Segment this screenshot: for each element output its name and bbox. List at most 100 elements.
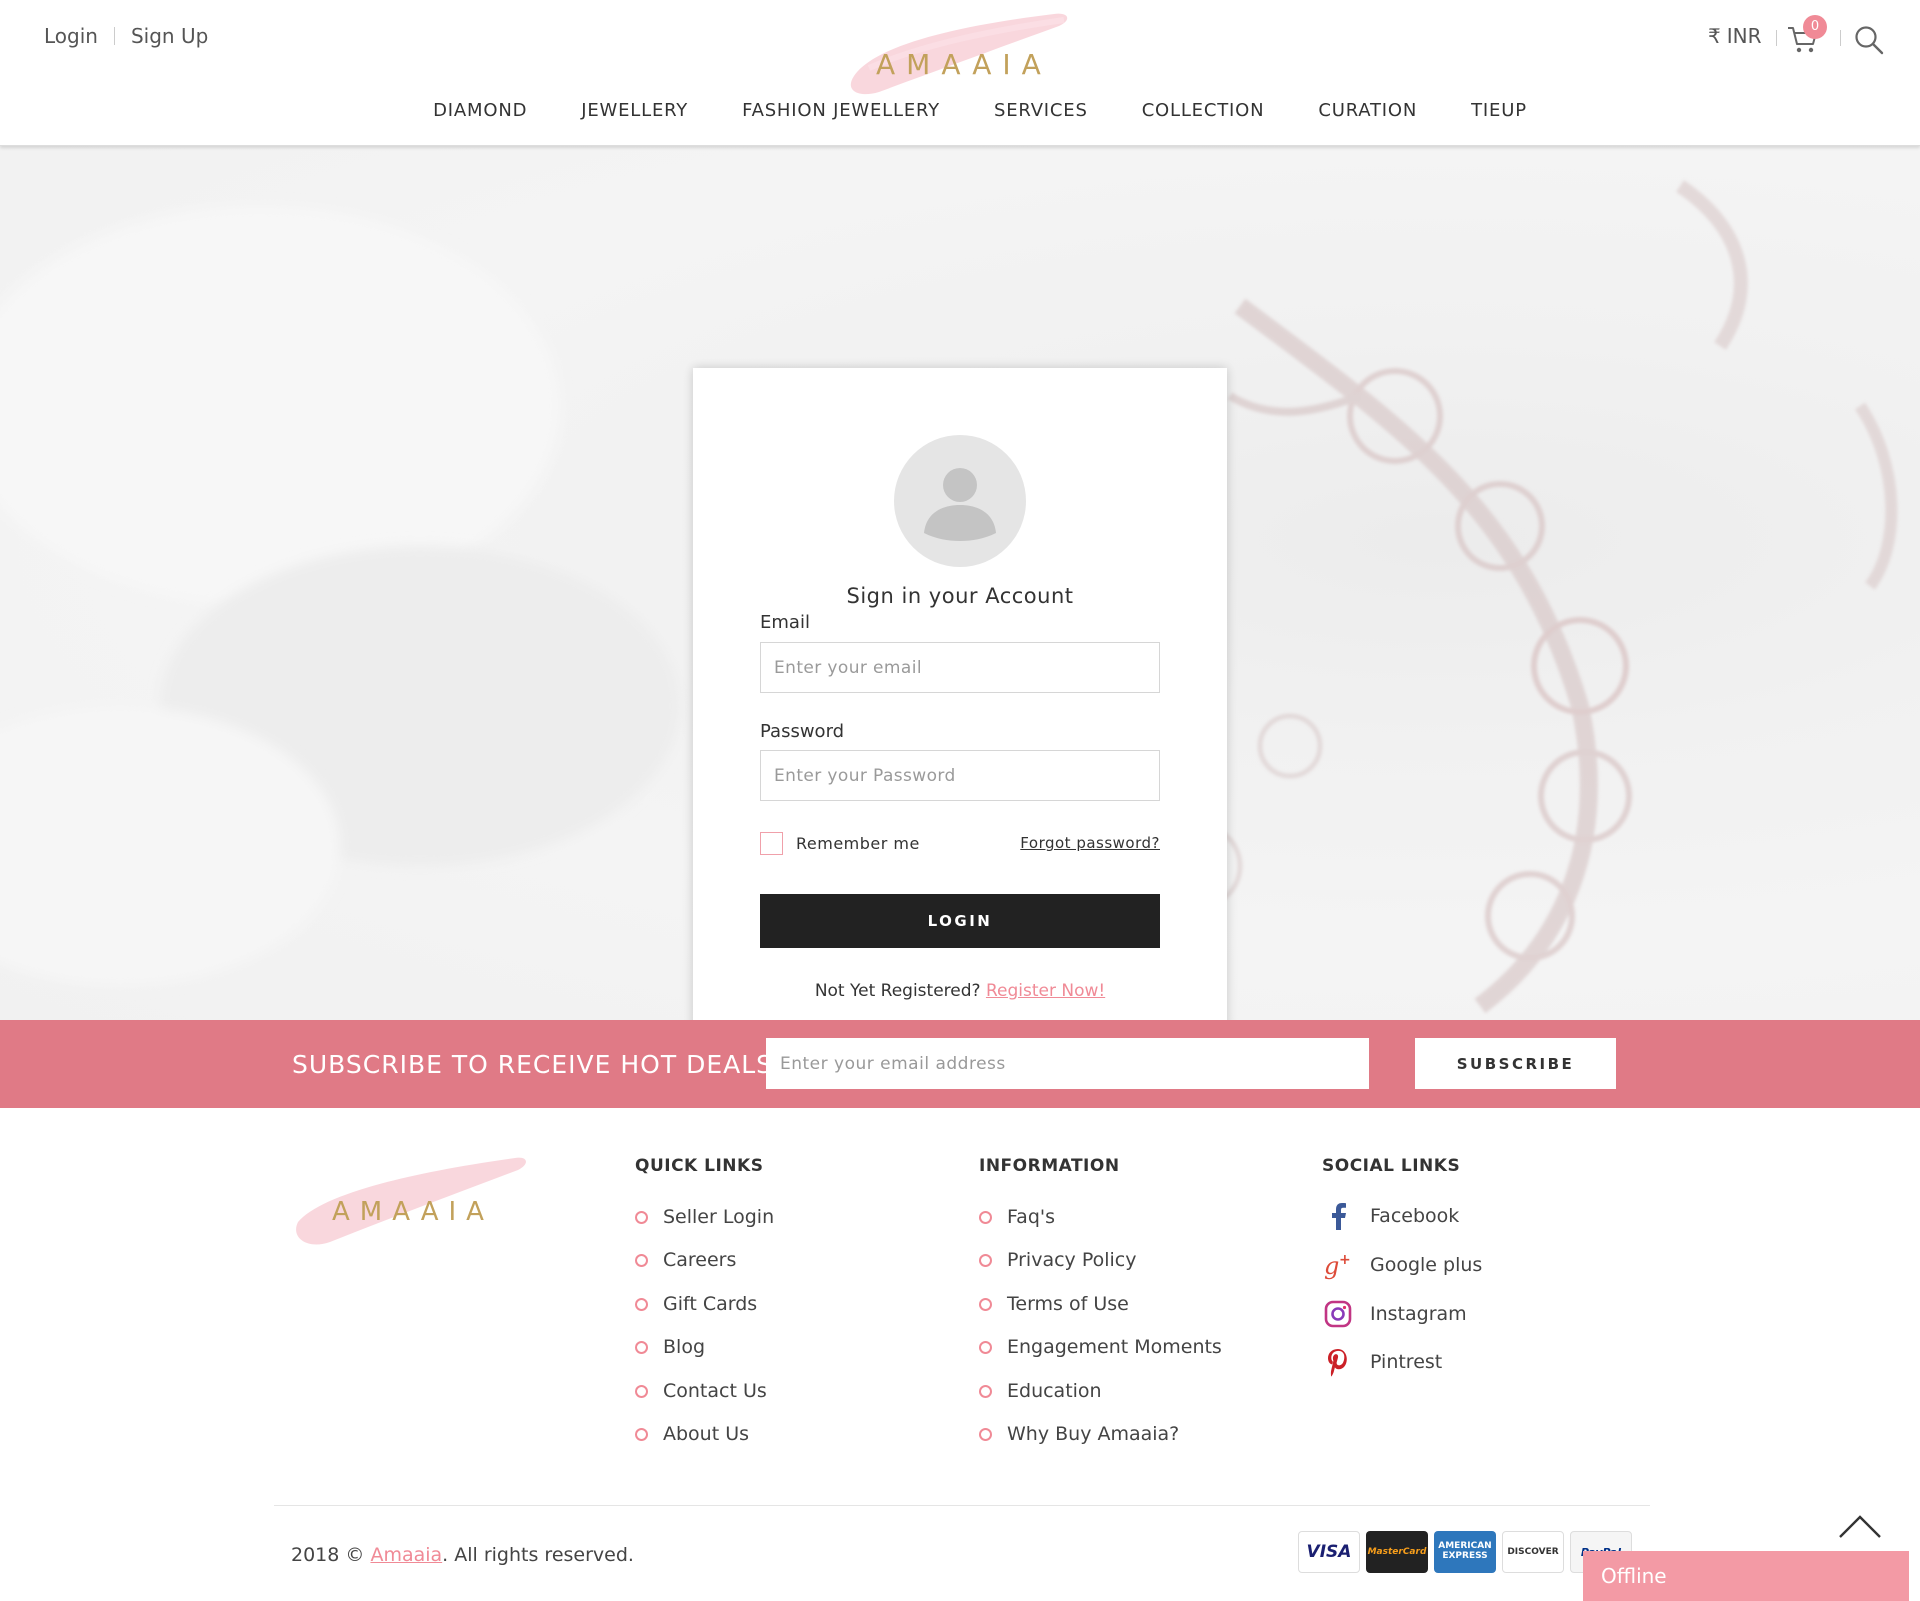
login-title: Sign in your Account [846,584,1074,608]
cart-count-badge: 0 [1803,15,1827,39]
social-links-heading: SOCIAL LINKS [1322,1156,1461,1176]
social-label: Pintrest [1370,1351,1443,1373]
main-navigation: DIAMOND JEWELLERY FASHION JEWELLERY SERV… [0,100,1920,121]
social-link-facebook[interactable]: Facebook [1322,1200,1459,1232]
mastercard-icon: MasterCard [1366,1531,1428,1573]
quick-links-heading: QUICK LINKS [635,1156,764,1176]
footer-link-blog[interactable]: Blog [635,1336,705,1358]
footer-link-about-us[interactable]: About Us [635,1423,749,1445]
bullet-icon [635,1297,648,1311]
nav-tieup[interactable]: TIEUP [1471,100,1527,121]
login-button[interactable]: LOGIN [760,894,1160,948]
discover-icon: DISCOVER [1502,1531,1564,1573]
information-column: INFORMATION Faq's Privacy Policy Terms o… [979,1156,1222,1445]
remember-me-checkbox[interactable] [760,832,783,855]
bullet-icon [979,1210,992,1224]
subscribe-email-input[interactable] [766,1038,1369,1089]
link-label: Engagement Moments [1007,1336,1222,1358]
chat-widget-offline[interactable]: Offline [1583,1551,1909,1601]
back-to-top-icon[interactable] [1837,1512,1883,1540]
nav-collection[interactable]: COLLECTION [1142,100,1265,121]
link-label: Privacy Policy [1007,1249,1137,1271]
footer-divider [274,1505,1650,1506]
currency-selector[interactable]: ₹ INR [1708,24,1762,48]
search-icon[interactable] [1853,24,1885,56]
nav-curation[interactable]: CURATION [1318,100,1417,121]
bullet-icon [979,1253,992,1267]
hero-background: Sign in your Account Email Password Reme… [0,146,1920,1020]
rupee-icon: ₹ [1708,24,1721,48]
footer-link-education[interactable]: Education [979,1380,1102,1402]
footer-link-seller-login[interactable]: Seller Login [635,1206,774,1228]
payment-methods: VISA MasterCard AMERICAN EXPRESS DISCOVE… [1298,1531,1632,1573]
email-field[interactable] [760,642,1160,693]
bullet-icon [635,1210,648,1224]
password-field[interactable] [760,750,1160,801]
footer-link-contact-us[interactable]: Contact Us [635,1380,767,1402]
visa-icon: VISA [1298,1531,1360,1573]
copyright-brand-link[interactable]: Amaaia [370,1544,442,1566]
link-label: Careers [663,1249,737,1271]
login-link[interactable]: Login [44,24,98,48]
link-label: Faq's [1007,1206,1056,1228]
link-label: Education [1007,1380,1102,1402]
password-label: Password [760,721,845,742]
information-heading: INFORMATION [979,1156,1120,1176]
email-label: Email [760,612,810,633]
footer-link-careers[interactable]: Careers [635,1249,736,1271]
footer-logo[interactable]: AMAAIA [290,1150,530,1250]
link-label: Gift Cards [663,1293,758,1315]
social-link-instagram[interactable]: Instagram [1322,1298,1467,1330]
user-avatar-icon [894,435,1026,567]
subscribe-title: SUBSCRIBE TO RECEIVE HOT DEALS [292,1050,774,1079]
link-label: Why Buy Amaaia? [1007,1423,1180,1445]
footer-link-terms-of-use[interactable]: Terms of Use [979,1293,1129,1315]
signup-link[interactable]: Sign Up [131,24,208,48]
svg-text:g: g [1324,1252,1339,1280]
divider [113,27,115,45]
bullet-icon [979,1427,992,1441]
copyright-suffix: . All rights reserved. [442,1544,634,1566]
amex-icon: AMERICAN EXPRESS [1434,1531,1496,1573]
forgot-password-link[interactable]: Forgot password? [1010,834,1160,852]
register-prompt-text: Not Yet Registered? [814,981,981,1001]
remember-me-label: Remember me [796,834,920,853]
divider [1776,30,1777,46]
bullet-icon [635,1253,648,1267]
nav-services[interactable]: SERVICES [994,100,1088,121]
svg-text:+: + [1339,1252,1351,1268]
footer-link-engagement-moments[interactable]: Engagement Moments [979,1336,1222,1358]
subscribe-button[interactable]: SUBSCRIBE [1415,1038,1616,1089]
link-label: Blog [663,1336,705,1358]
social-link-pinterest[interactable]: Pintrest [1322,1346,1442,1378]
nav-jewellery[interactable]: JEWELLERY [581,100,688,121]
login-card: Sign in your Account Email Password Reme… [693,368,1227,1020]
footer-link-faqs[interactable]: Faq's [979,1206,1055,1228]
footer-link-privacy-policy[interactable]: Privacy Policy [979,1249,1136,1271]
quick-links-column: QUICK LINKS Seller Login Careers Gift Ca… [635,1156,774,1445]
bullet-icon [979,1384,992,1398]
footer-link-why-buy[interactable]: Why Buy Amaaia? [979,1423,1179,1445]
bullet-icon [635,1384,648,1398]
facebook-icon [1322,1200,1354,1232]
social-link-google-plus[interactable]: g + Google plus [1322,1249,1482,1281]
nav-diamond[interactable]: DIAMOND [433,100,527,121]
register-now-link[interactable]: Register Now! [986,981,1105,1001]
site-logo[interactable]: AMAAIA [834,6,1084,98]
subscribe-band: SUBSCRIBE TO RECEIVE HOT DEALS SUBSCRIBE [0,1020,1920,1108]
bullet-icon [635,1427,648,1441]
social-label: Facebook [1370,1205,1460,1227]
bullet-icon [635,1340,648,1354]
copyright-text: 2018 © Amaaia. All rights reserved. [291,1544,634,1566]
nav-fashion-jewellery[interactable]: FASHION JEWELLERY [742,100,940,121]
google-plus-icon: g + [1322,1249,1354,1281]
link-label: About Us [663,1423,750,1445]
register-prompt: Not Yet Registered? Register Now! [693,981,1227,1001]
copyright-prefix: 2018 © [291,1544,365,1566]
logo-wordmark: AMAAIA [332,1197,494,1227]
footer-link-gift-cards[interactable]: Gift Cards [635,1293,757,1315]
link-label: Contact Us [663,1380,767,1402]
social-label: Google plus [1370,1254,1483,1276]
bullet-icon [979,1297,992,1311]
logo-wordmark: AMAAIA [876,48,1052,81]
